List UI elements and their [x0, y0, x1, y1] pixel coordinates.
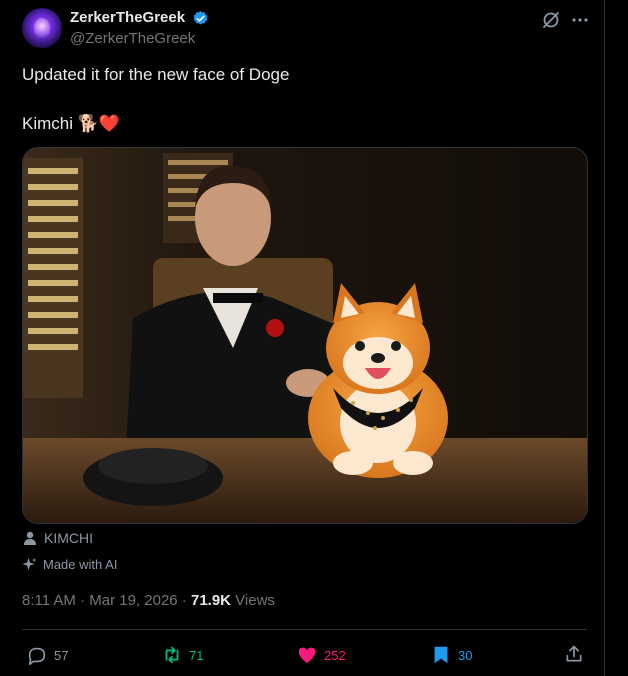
bookmark-icon: [434, 646, 448, 664]
post-timestamp-row[interactable]: 8:11 AM · Mar 19, 2026 · 71.9K Views: [22, 592, 275, 609]
bookmark-count: 30: [458, 647, 473, 663]
grok-icon[interactable]: [541, 10, 561, 30]
made-with-ai-text: Made with AI: [43, 557, 118, 572]
share-button[interactable]: [564, 644, 590, 664]
made-with-ai-label[interactable]: Made with AI: [22, 557, 117, 572]
sparkle-icon: [22, 557, 37, 571]
more-icon[interactable]: [570, 10, 590, 30]
reply-count: 57: [54, 647, 69, 663]
divider: [22, 629, 587, 630]
like-button[interactable]: 252: [296, 644, 346, 666]
repost-button[interactable]: 71: [161, 644, 203, 666]
post-image[interactable]: [22, 147, 588, 524]
views-count: 71.9K: [190, 592, 232, 609]
tweet: ZerkerTheGreek @ZerkerTheGreek Updated i…: [0, 0, 605, 676]
person-tag-icon: [24, 531, 36, 545]
author-handle[interactable]: @ZerkerTheGreek: [70, 30, 195, 47]
avatar[interactable]: [22, 8, 62, 48]
reply-button[interactable]: 57: [26, 644, 68, 666]
bookmark-button[interactable]: 30: [430, 644, 472, 666]
post-text-line-1: Updated it for the new face of Doge: [22, 65, 290, 84]
media-tag[interactable]: KIMCHI: [22, 530, 93, 546]
heart-icon: [298, 647, 316, 664]
views-label: Views: [231, 592, 275, 609]
verified-badge-icon[interactable]: [192, 10, 209, 27]
author-display-name[interactable]: ZerkerTheGreek: [70, 9, 185, 26]
repost-count: 71: [189, 647, 204, 663]
post-timestamp[interactable]: 8:11 AM · Mar 19, 2026 ·: [22, 592, 191, 609]
repost-icon: [165, 646, 179, 664]
like-count: 252: [324, 647, 346, 663]
post-text-line-2: Kimchi 🐕❤️: [22, 114, 121, 133]
reply-icon: [28, 647, 46, 665]
share-icon: [566, 645, 582, 662]
media-tag-label[interactable]: KIMCHI: [44, 530, 93, 546]
